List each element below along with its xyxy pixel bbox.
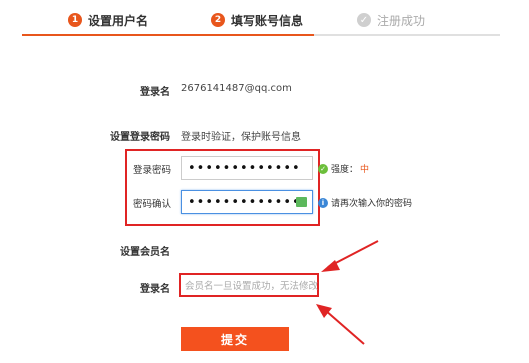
confirm-value: ••••••••••••• [188, 194, 301, 210]
step-3: ✓ 注册成功 [357, 11, 425, 29]
progress-line-pending [314, 34, 500, 36]
arrow-lower-line [324, 309, 365, 345]
member-name-input[interactable]: 会员名一旦设置成功，无法修改 [179, 273, 319, 297]
password-strength: ✓ 强度： 中 [318, 162, 369, 175]
keyboard-icon[interactable] [296, 197, 307, 207]
info-circle-icon: i [318, 197, 328, 208]
submit-button[interactable]: 提交 [181, 327, 289, 351]
check-circle-icon: ✓ [318, 163, 328, 174]
step-1-number: 1 [68, 13, 82, 27]
password-input[interactable]: ••••••••••••• [181, 156, 313, 180]
member-name-placeholder: 会员名一旦设置成功，无法修改 [185, 281, 319, 292]
password-label: 登录密码 [132, 165, 171, 176]
step-1-label: 设置用户名 [88, 13, 149, 28]
arrow-lower-head [316, 304, 332, 318]
strength-label: 强度： [331, 165, 359, 175]
password-value: ••••••••••••• [188, 160, 301, 176]
step-2-number: 2 [211, 13, 225, 27]
login-name-label: 登录名 [140, 87, 170, 98]
login-name-value: 2676141487@qq.com [181, 83, 292, 94]
annotation-arrows [316, 240, 379, 345]
password-section-title: 设置登录密码 [110, 132, 170, 143]
progress-line-done [22, 34, 314, 36]
confirm-hint: i 请再次输入你的密码 [318, 196, 412, 209]
password-section-desc: 登录时验证，保护账号信息 [181, 132, 301, 143]
check-circle-icon: ✓ [357, 13, 371, 27]
confirm-label: 密码确认 [132, 199, 171, 210]
member-name-label: 登录名 [140, 284, 170, 295]
strength-value: 中 [360, 165, 370, 175]
step-3-label: 注册成功 [377, 13, 426, 28]
step-2-label: 填写账号信息 [231, 13, 304, 28]
step-2: 2 填写账号信息 [211, 11, 303, 29]
confirm-hint-text: 请再次输入你的密码 [331, 199, 413, 209]
step-1: 1 设置用户名 [68, 11, 148, 29]
member-section-title: 设置会员名 [120, 247, 170, 258]
confirm-input[interactable]: ••••••••••••• [181, 190, 313, 214]
